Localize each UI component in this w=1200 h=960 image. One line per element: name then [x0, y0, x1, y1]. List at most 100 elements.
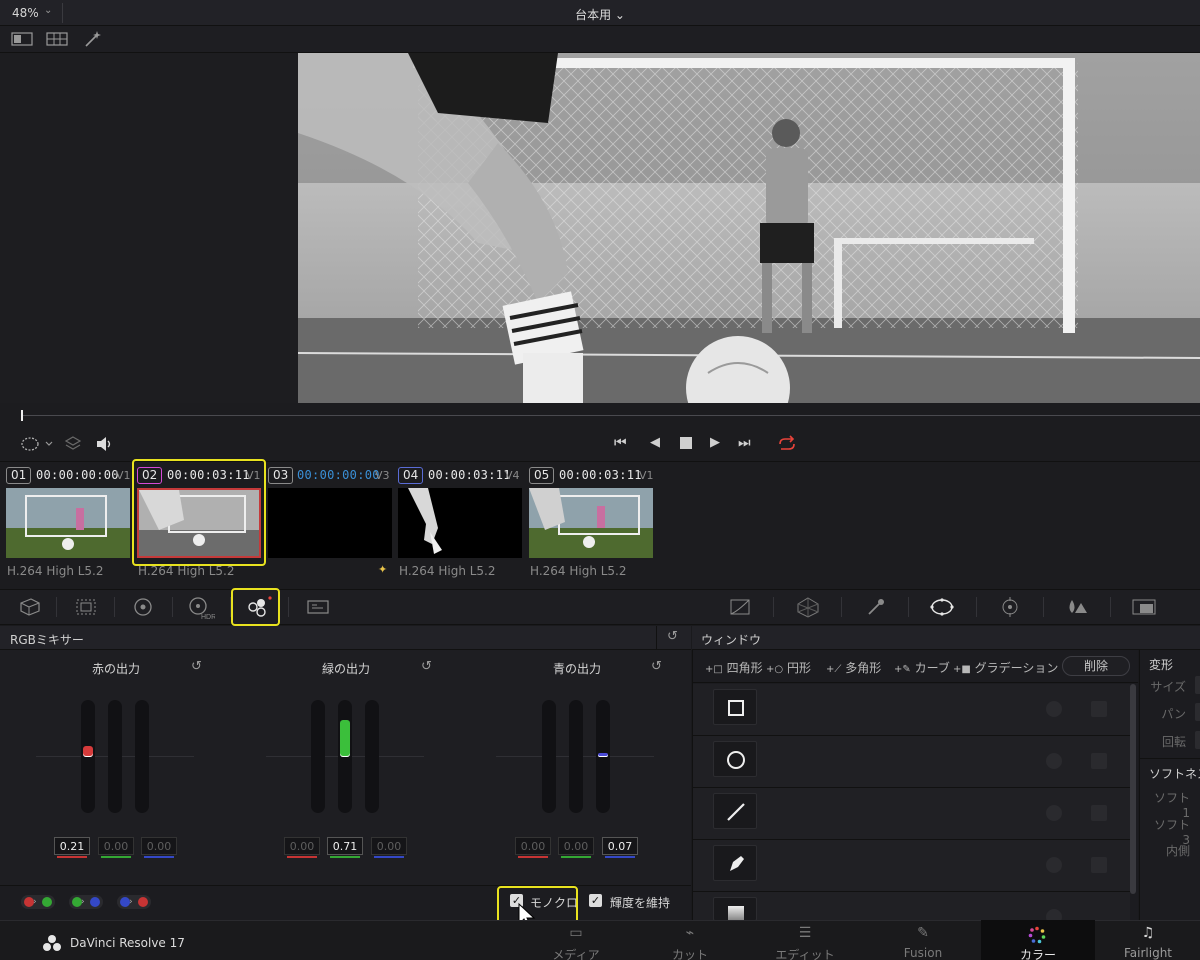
green-red-value[interactable]: 0.00	[284, 837, 320, 855]
window-row-curve[interactable]	[693, 840, 1130, 892]
page-tab-edit[interactable]: ☰ エディット	[748, 920, 862, 960]
loop-icon[interactable]	[776, 435, 798, 453]
add-curve-button[interactable]: +✎ カーブ	[894, 659, 950, 676]
blue-red-value[interactable]: 0.00	[515, 837, 551, 855]
window-list-scrollbar[interactable]	[1130, 684, 1136, 894]
window-row-polygon[interactable]	[693, 788, 1130, 840]
camera-raw-icon[interactable]	[17, 597, 43, 617]
reset-blue-icon[interactable]: ↺	[651, 659, 662, 674]
blue-blue-value[interactable]: 0.07	[602, 837, 638, 855]
play-icon[interactable]: ▶	[710, 435, 720, 450]
swap-red-green-button[interactable]: ›	[21, 895, 55, 909]
blue-blue-slider[interactable]	[596, 700, 610, 813]
color-warper-icon[interactable]	[795, 596, 821, 618]
red-blue-slider[interactable]	[135, 700, 149, 813]
reset-green-icon[interactable]: ↺	[421, 659, 432, 674]
add-circle-button[interactable]: +○ 円形	[766, 659, 811, 676]
clip-codec: H.264 High L5.2	[530, 564, 627, 578]
clip-codec: H.264 High L5.2	[138, 564, 235, 578]
red-green-value[interactable]: 0.00	[98, 837, 134, 855]
page-tab-fusion[interactable]: ✎ Fusion	[866, 920, 980, 960]
mask-toggle[interactable]	[1091, 805, 1107, 821]
red-red-value[interactable]: 0.21	[54, 837, 90, 855]
add-gradient-button[interactable]: +■ グラデーション	[953, 659, 1058, 676]
motion-effects-icon[interactable]	[305, 598, 331, 616]
reset-all-icon[interactable]: ↺	[667, 629, 678, 644]
circle-window-icon[interactable]	[713, 741, 757, 777]
color-match-icon[interactable]	[74, 597, 98, 617]
gradient-window-icon[interactable]	[713, 897, 757, 921]
invert-toggle[interactable]	[1046, 753, 1062, 769]
primaries-wheels-icon[interactable]	[132, 597, 154, 617]
scrubber-track[interactable]	[22, 415, 1200, 416]
layers-icon[interactable]	[64, 435, 82, 453]
red-red-slider[interactable]	[81, 700, 95, 813]
green-blue-slider[interactable]	[365, 700, 379, 813]
invert-toggle[interactable]	[1046, 805, 1062, 821]
delete-button[interactable]: 削除	[1062, 656, 1130, 676]
size-label: サイズ	[1150, 680, 1186, 694]
curves-icon[interactable]	[728, 597, 752, 617]
page-tab-color[interactable]: カラー	[981, 920, 1095, 960]
curve-pen-icon[interactable]	[713, 845, 757, 881]
polygon-window-icon[interactable]	[713, 793, 757, 829]
hdr-wheels-icon[interactable]: HDR	[187, 596, 215, 620]
rectangle-window-icon[interactable]	[713, 689, 757, 725]
key-icon[interactable]	[1130, 597, 1158, 617]
rotate-field[interactable]	[1195, 731, 1200, 749]
window-power-icon[interactable]	[929, 596, 955, 618]
gallery-view-icon[interactable]	[46, 31, 68, 47]
window-overlay-icon[interactable]	[19, 435, 57, 453]
pan-field[interactable]	[1195, 703, 1200, 721]
clip-thumbnail[interactable]	[6, 488, 130, 558]
reset-red-icon[interactable]: ↺	[191, 659, 202, 674]
window-row-gradient[interactable]	[693, 892, 1130, 925]
red-blue-value[interactable]: 0.00	[141, 837, 177, 855]
blue-green-slider[interactable]	[569, 700, 583, 813]
sparkle-icon: ✦	[378, 563, 388, 576]
mask-toggle[interactable]	[1091, 753, 1107, 769]
green-blue-value[interactable]: 0.00	[371, 837, 407, 855]
go-to-end-icon[interactable]: ⏭	[738, 435, 751, 451]
invert-toggle[interactable]	[1046, 857, 1062, 873]
preserve-luma-checkbox[interactable]: ✓	[589, 894, 602, 907]
magic-wand-icon[interactable]	[83, 30, 103, 48]
add-rectangle-button[interactable]: +□ 四角形	[705, 659, 763, 676]
rgb-mixer-header	[0, 626, 691, 650]
clip-codec: H.264 High L5.2	[7, 564, 104, 578]
mask-toggle[interactable]	[1091, 701, 1107, 717]
go-to-start-icon[interactable]: ⏮	[614, 435, 627, 451]
swap-blue-red-button[interactable]: ›	[117, 895, 151, 909]
red-green-slider[interactable]	[108, 700, 122, 813]
swap-green-blue-button[interactable]: ›	[69, 895, 103, 909]
single-viewer-icon[interactable]	[11, 31, 33, 47]
green-red-slider[interactable]	[311, 700, 325, 813]
mask-toggle[interactable]	[1091, 857, 1107, 873]
green-green-slider[interactable]	[338, 700, 352, 813]
qualifier-eyedropper-icon[interactable]	[865, 597, 887, 617]
window-row-circle[interactable]	[693, 736, 1130, 788]
invert-toggle[interactable]	[1046, 701, 1062, 717]
page-tab-fairlight[interactable]: ♫ Fairlight	[1096, 920, 1200, 960]
add-polygon-button[interactable]: +⟋ 多角形	[826, 659, 881, 676]
clip-thumbnail[interactable]	[529, 488, 653, 558]
reverse-play-icon[interactable]: ◀	[650, 435, 660, 450]
blur-icon[interactable]	[1064, 597, 1090, 617]
scrubber-bar[interactable]	[0, 403, 1200, 431]
clip-thumbnail[interactable]	[268, 488, 392, 558]
highlight-box	[231, 588, 280, 626]
green-green-value[interactable]: 0.71	[327, 837, 363, 855]
blue-red-slider[interactable]	[542, 700, 556, 813]
stop-icon[interactable]	[680, 437, 692, 449]
clip-thumbnail[interactable]	[398, 488, 522, 558]
red-underline	[518, 856, 548, 858]
blue-green-value[interactable]: 0.00	[558, 837, 594, 855]
playhead[interactable]	[21, 410, 23, 421]
page-tab-cut[interactable]: ⌁ カット	[633, 920, 747, 960]
timeline-name-dropdown[interactable]: 台本用 ⌄	[0, 6, 1200, 23]
size-field[interactable]	[1195, 676, 1200, 694]
page-tab-media[interactable]: ▭ メディア	[519, 920, 633, 960]
speaker-icon[interactable]	[95, 435, 115, 453]
window-row-rectangle[interactable]	[693, 684, 1130, 736]
tracker-icon[interactable]	[998, 596, 1022, 618]
